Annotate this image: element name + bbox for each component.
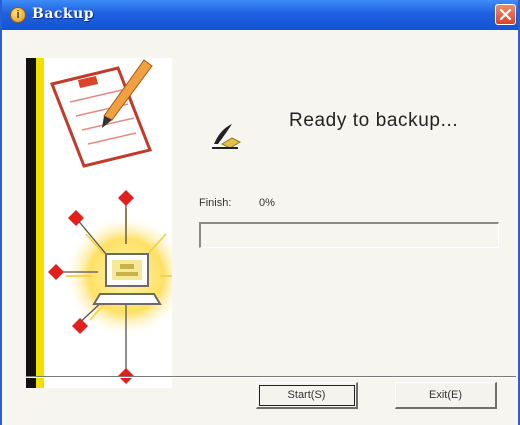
progress-percent: 0% xyxy=(259,197,275,209)
dialog-body: Ready to backup... Finish: 0% Start(S) E… xyxy=(2,30,518,425)
feather-quill-icon xyxy=(212,124,242,149)
status-message: Ready to backup... xyxy=(289,110,459,131)
window-title: Backup xyxy=(32,6,95,22)
start-button[interactable]: Start(S) xyxy=(256,382,358,409)
title-bar[interactable]: i Backup xyxy=(2,0,518,30)
exit-button[interactable]: Exit(E) xyxy=(395,382,497,409)
button-divider xyxy=(26,376,516,378)
backup-illustration xyxy=(26,58,172,388)
backup-dialog: i Backup Ready to backup... Finish: 0% S… xyxy=(0,0,520,425)
progress-label: Finish: xyxy=(199,197,232,209)
progress-bar xyxy=(199,222,499,248)
network-node-diamond xyxy=(48,264,64,280)
network-illustration xyxy=(48,59,172,384)
close-button[interactable] xyxy=(495,4,516,25)
network-node-diamond xyxy=(68,210,84,226)
network-node-diamond xyxy=(118,190,134,206)
close-icon xyxy=(499,8,512,21)
app-info-icon: i xyxy=(10,7,26,23)
